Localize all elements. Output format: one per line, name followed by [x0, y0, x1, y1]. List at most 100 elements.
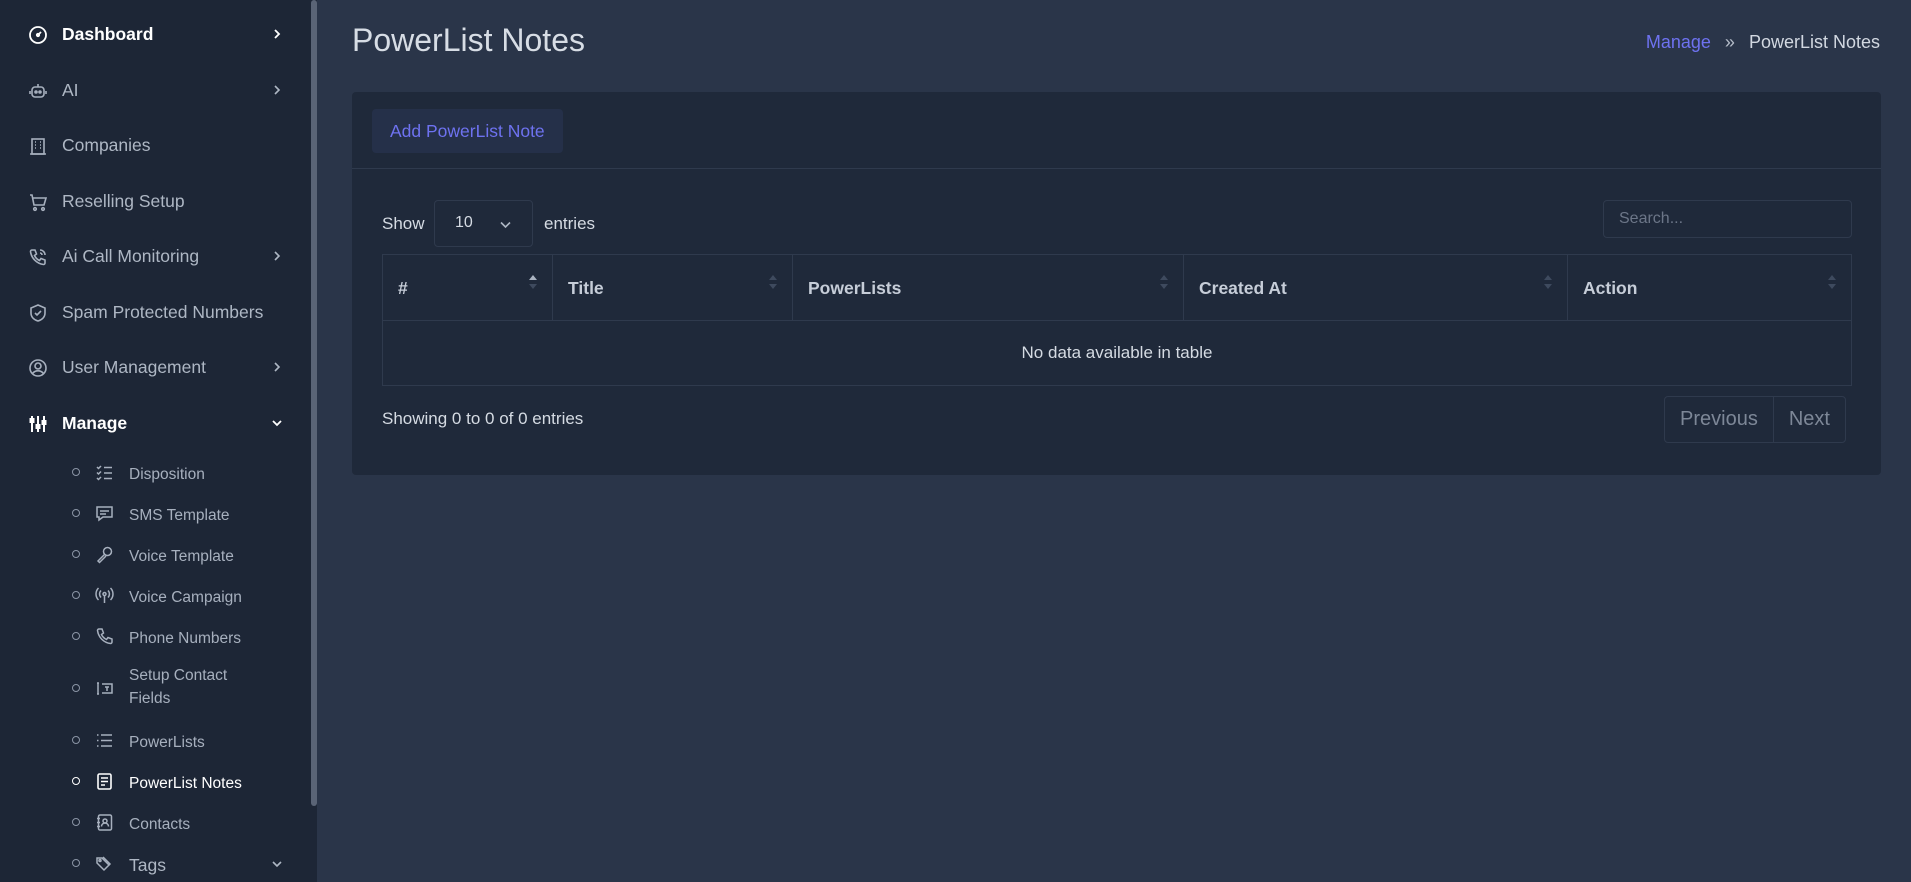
checklist-icon	[95, 463, 114, 482]
breadcrumb-separator: »	[1724, 32, 1735, 52]
breadcrumb-current: PowerList Notes	[1748, 32, 1880, 52]
sidebar-item-label: Dashboard	[62, 23, 154, 44]
sidebar-item-manage[interactable]: Manage	[0, 403, 300, 443]
sidebar-subitem-tags[interactable]: Tags	[0, 848, 300, 878]
next-page-button[interactable]: Next	[1772, 397, 1845, 442]
sidebar-item-companies[interactable]: Companies	[0, 125, 300, 165]
column-header-powerlists[interactable]: PowerLists	[793, 255, 1184, 321]
sidebar-subitem-contacts[interactable]: Contacts	[0, 807, 300, 837]
chevron-right-icon	[271, 28, 283, 40]
table-header: # Title PowerLists Created At Action	[383, 255, 1851, 321]
column-header-created-at[interactable]: Created At	[1184, 255, 1568, 321]
sidebar-subitem-label: Disposition	[129, 466, 205, 483]
sidebar-item-ai-call-monitoring[interactable]: Ai Call Monitoring	[0, 236, 300, 276]
list-icon	[95, 731, 114, 750]
sidebar-item-label: Manage	[62, 412, 128, 433]
sidebar-subitem-label: Contacts	[129, 816, 191, 833]
bullet-icon	[72, 684, 80, 692]
user-circle-icon	[28, 358, 48, 378]
sidebar-item-user-management[interactable]: User Management	[0, 347, 300, 387]
sort-icon	[1827, 273, 1837, 291]
sidebar-item-label: User Management	[62, 356, 206, 377]
breadcrumb: Manage » PowerList Notes	[1646, 32, 1880, 53]
notes-table: # Title PowerLists Created At Action No …	[382, 254, 1852, 386]
phone-icon	[95, 627, 114, 646]
robot-icon	[28, 81, 48, 101]
sidebar-subitem-label: SMS Template	[129, 507, 230, 524]
sidebar-item-ai[interactable]: AI	[0, 70, 300, 110]
column-label: Created At	[1199, 278, 1287, 298]
sidebar-item-label: AI	[62, 79, 79, 100]
bullet-icon	[72, 818, 80, 826]
chevron-right-icon	[271, 361, 283, 373]
search-input[interactable]	[1603, 200, 1852, 238]
sidebar-item-label: Reselling Setup	[62, 190, 185, 211]
sliders-icon	[28, 414, 48, 434]
text-cursor-icon	[95, 679, 114, 698]
sidebar: Dashboard AI Companies Reselling Setup A…	[0, 0, 317, 882]
bullet-icon	[72, 550, 80, 558]
sidebar-subitem-powerlists[interactable]: PowerLists	[0, 725, 300, 755]
chevron-down-icon	[271, 858, 283, 870]
table-info: Showing 0 to 0 of 0 entries	[382, 409, 584, 428]
page-title: PowerList Notes	[352, 22, 585, 58]
sidebar-item-reselling-setup[interactable]: Reselling Setup	[0, 181, 300, 221]
sidebar-subitem-phone-numbers[interactable]: Phone Numbers	[0, 621, 300, 651]
sidebar-subitem-powerlist-notes[interactable]: PowerList Notes	[0, 766, 300, 796]
chevron-down-icon	[499, 218, 512, 231]
add-powerlist-note-button[interactable]: Add PowerList Note	[372, 109, 563, 153]
bullet-icon	[72, 632, 80, 640]
sidebar-scrollbar[interactable]	[311, 0, 317, 806]
sidebar-subitem-label: Phone Numbers	[129, 630, 242, 647]
sidebar-subitem-voice-template[interactable]: Voice Template	[0, 539, 300, 569]
sort-icon	[1159, 273, 1169, 291]
broadcast-icon	[95, 586, 114, 605]
sidebar-item-spam-protected-numbers[interactable]: Spam Protected Numbers	[0, 292, 300, 332]
note-icon	[95, 772, 114, 791]
sidebar-subitem-sms-template[interactable]: SMS Template	[0, 498, 300, 528]
sidebar-item-label: Ai Call Monitoring	[62, 245, 200, 266]
card-header: Add PowerList Note	[352, 92, 1881, 169]
sort-icon	[768, 273, 778, 291]
sidebar-subitem-setup-contact-fields[interactable]: Setup Contact Fields	[0, 667, 300, 707]
bullet-icon	[72, 591, 80, 599]
sidebar-subitem-label: PowerList Notes	[129, 775, 242, 792]
show-label: Show	[382, 214, 425, 233]
phone-call-icon	[28, 247, 48, 267]
bullet-icon	[72, 777, 80, 785]
chevron-right-icon	[271, 84, 283, 96]
tags-icon	[95, 854, 114, 873]
column-header-number[interactable]: #	[383, 255, 553, 321]
chevron-right-icon	[271, 250, 283, 262]
column-label: #	[398, 278, 408, 298]
powerlist-notes-card: Add PowerList Note Show 10 entries # Tit…	[352, 92, 1881, 475]
chevron-down-icon	[271, 417, 283, 429]
column-label: Action	[1583, 278, 1638, 298]
bullet-icon	[72, 736, 80, 744]
previous-page-button[interactable]: Previous	[1665, 397, 1773, 442]
sidebar-subitem-label: Voice Campaign	[129, 589, 242, 606]
sidebar-subitem-label: Tags	[129, 855, 166, 875]
sort-asc-icon	[528, 273, 538, 291]
cart-icon	[28, 192, 48, 212]
sidebar-subitem-disposition[interactable]: Disposition	[0, 457, 300, 487]
sidebar-subitem-label: Voice Template	[129, 548, 234, 565]
sidebar-subitem-label: Setup Contact Fields	[129, 667, 228, 707]
sidebar-item-label: Spam Protected Numbers	[62, 301, 264, 322]
column-label: Title	[568, 278, 604, 298]
sidebar-item-label: Companies	[62, 134, 151, 155]
breadcrumb-link-manage[interactable]: Manage	[1646, 32, 1711, 53]
microphone-icon	[95, 545, 114, 564]
gauge-icon	[28, 25, 48, 45]
entries-label: entries	[544, 214, 596, 233]
message-icon	[95, 504, 114, 523]
column-header-title[interactable]: Title	[553, 255, 793, 321]
page-length-select[interactable]: 10	[434, 200, 533, 247]
bullet-icon	[72, 468, 80, 476]
sidebar-item-dashboard[interactable]: Dashboard	[0, 14, 300, 54]
column-header-action[interactable]: Action	[1568, 255, 1851, 321]
sidebar-subitem-voice-campaign[interactable]: Voice Campaign	[0, 580, 300, 610]
column-label: PowerLists	[808, 278, 902, 298]
bullet-icon	[72, 509, 80, 517]
shield-check-icon	[28, 303, 48, 323]
